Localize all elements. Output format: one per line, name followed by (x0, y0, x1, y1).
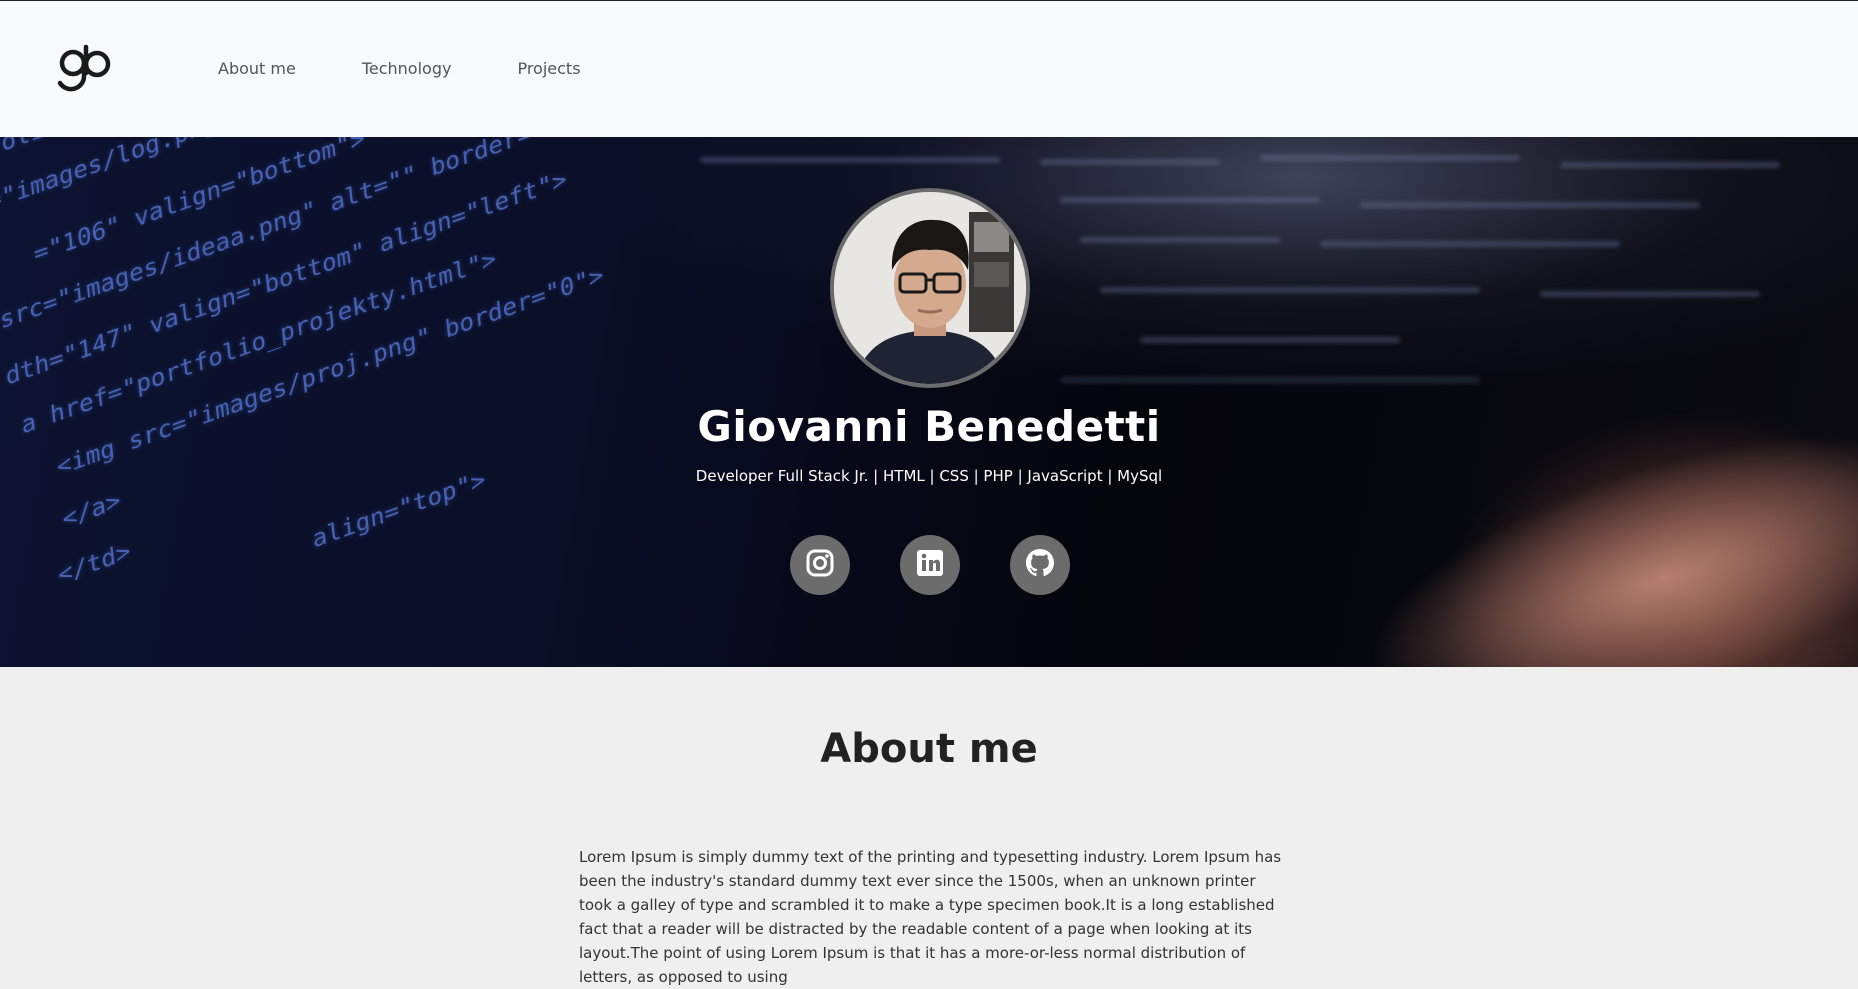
navbar: About me Technology Projects (0, 1, 1858, 137)
instagram-icon (805, 548, 835, 582)
linkedin-icon (915, 548, 945, 582)
about-text: Lorem Ipsum is simply dummy text of the … (579, 848, 1282, 986)
nav-link-projects[interactable]: Projects (517, 59, 580, 78)
main-nav: About me Technology Projects (218, 59, 647, 78)
github-icon (1024, 547, 1056, 583)
hero-name: Giovanni Benedetti (697, 402, 1161, 451)
gb-logo-icon[interactable] (56, 43, 114, 95)
hero-subtitle: Developer Full Stack Jr. | HTML | CSS | … (695, 467, 1163, 485)
nav-link-technology[interactable]: Technology (362, 59, 452, 78)
social-links (790, 535, 1070, 595)
nav-link-about-me[interactable]: About me (218, 59, 296, 78)
about-title: About me (820, 726, 1038, 772)
github-button[interactable] (1010, 535, 1070, 595)
profile-avatar (830, 188, 1030, 388)
instagram-button[interactable] (790, 535, 850, 595)
linkedin-button[interactable] (900, 535, 960, 595)
